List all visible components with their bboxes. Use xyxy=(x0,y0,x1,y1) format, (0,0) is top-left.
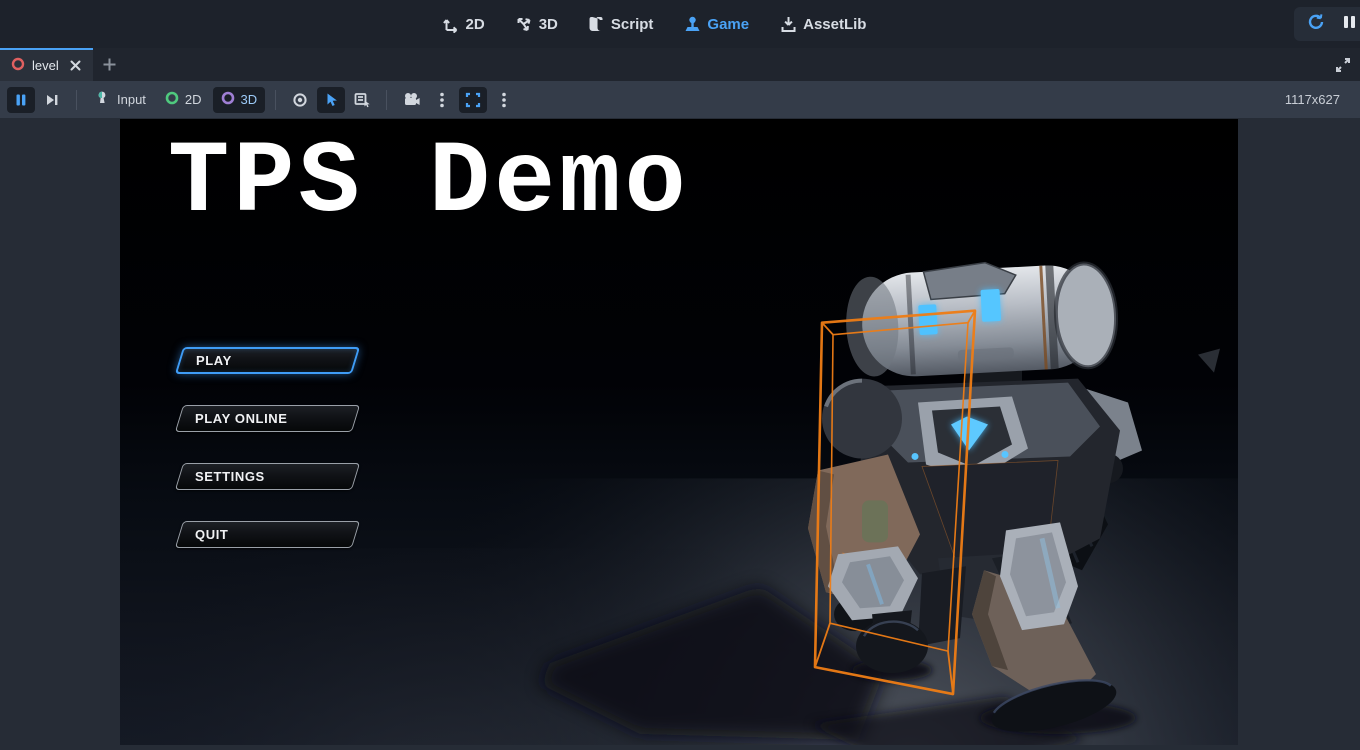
main-view-nav: 2D 3D Script Game AssetLib xyxy=(442,0,867,48)
pick-list-button[interactable] xyxy=(348,87,376,113)
input-toggle-label: Input xyxy=(117,92,146,107)
tab-script-label: Script xyxy=(611,16,654,33)
tab-script[interactable]: Script xyxy=(588,15,654,33)
tab-game[interactable]: Game xyxy=(683,15,749,33)
tabbar-spacer xyxy=(127,48,1326,81)
camera-2d-ring-icon xyxy=(165,91,179,108)
play-button[interactable]: PLAY xyxy=(175,347,360,374)
next-frame-button[interactable] xyxy=(38,87,66,113)
camera-3d-ring-icon xyxy=(221,91,235,108)
quit-button[interactable]: QUIT xyxy=(175,521,360,548)
scene-circle-icon xyxy=(11,57,25,74)
game-main-menu: PLAY PLAY ONLINE SETTINGS QUIT xyxy=(179,347,356,579)
play-online-button[interactable]: PLAY ONLINE xyxy=(175,405,360,432)
move-2d-icon xyxy=(442,15,460,33)
camera-reset-button[interactable] xyxy=(286,87,314,113)
scene-tab-level[interactable]: level xyxy=(0,48,93,81)
toolbar-separator xyxy=(386,90,387,110)
tab-assetlib-label: AssetLib xyxy=(803,16,866,33)
quit-button-label: QUIT xyxy=(180,527,228,542)
camera-2d-button[interactable]: 2D xyxy=(157,87,210,113)
viewport-resolution: 1117x627 xyxy=(1285,92,1340,107)
new-tab-button[interactable] xyxy=(93,48,127,81)
expand-icon[interactable] xyxy=(1326,48,1360,81)
pick-node-button[interactable] xyxy=(317,87,345,113)
camera-3d-label: 3D xyxy=(241,92,258,107)
tab-3d-label: 3D xyxy=(539,16,558,33)
script-icon xyxy=(588,15,605,33)
game-title: TPS Demo xyxy=(168,125,690,241)
camera-3d-button[interactable]: 3D xyxy=(213,87,266,113)
game-viewport[interactable]: TPS Demo PLAY PLAY ONLINE SETTINGS QUIT xyxy=(120,119,1238,745)
restart-icon[interactable] xyxy=(1306,12,1326,37)
game-toolbar: Input 2D 3D 1117x627 xyxy=(0,81,1360,118)
pause-partial-icon[interactable] xyxy=(1342,14,1358,35)
toolbar-separator xyxy=(76,90,77,110)
tab-2d-label: 2D xyxy=(466,16,485,33)
editor-topbar: 2D 3D Script Game AssetLib xyxy=(0,0,1360,48)
camera-preview-button[interactable] xyxy=(397,87,425,113)
settings-button[interactable]: SETTINGS xyxy=(175,463,360,490)
toolbar-separator xyxy=(275,90,276,110)
workspace: TPS Demo PLAY PLAY ONLINE SETTINGS QUIT xyxy=(0,118,1360,750)
scene-tab-label: level xyxy=(32,58,59,73)
embed-brackets-button[interactable] xyxy=(459,87,487,113)
axes-3d-icon xyxy=(515,15,533,33)
download-icon xyxy=(779,15,797,33)
play-button-label: PLAY xyxy=(181,353,232,368)
close-icon[interactable] xyxy=(69,59,82,72)
input-joystick-icon xyxy=(95,90,111,109)
camera-2d-label: 2D xyxy=(185,92,202,107)
scene-tabbar: level xyxy=(0,48,1360,81)
embed-menu-dots-icon[interactable] xyxy=(490,87,518,113)
tab-3d[interactable]: 3D xyxy=(515,15,558,33)
tab-assetlib[interactable]: AssetLib xyxy=(779,15,866,33)
joystick-icon xyxy=(683,15,701,33)
tab-2d[interactable]: 2D xyxy=(442,15,485,33)
settings-button-label: SETTINGS xyxy=(180,469,265,484)
debug-menu-dots-icon[interactable] xyxy=(428,87,456,113)
tab-game-label: Game xyxy=(707,16,749,33)
input-toggle-button[interactable]: Input xyxy=(87,87,154,113)
play-online-button-label: PLAY ONLINE xyxy=(180,411,288,426)
pause-button[interactable] xyxy=(7,87,35,113)
playback-panel xyxy=(1294,7,1360,41)
